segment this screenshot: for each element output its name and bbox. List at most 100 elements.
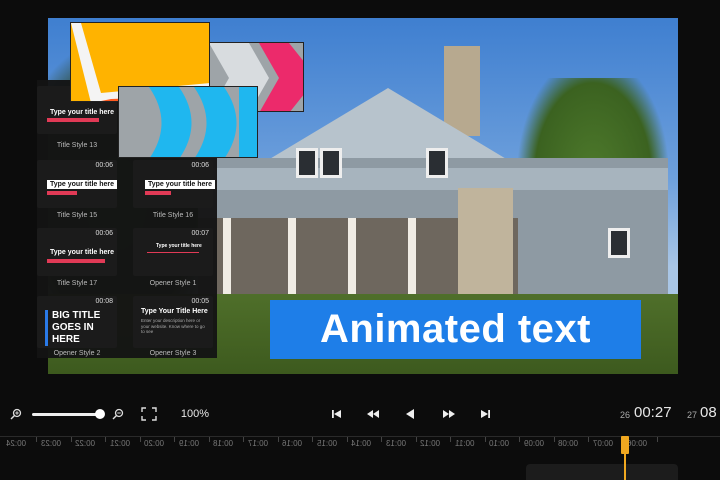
current-time: 00:27: [634, 404, 672, 421]
template-accent-bar: [47, 259, 105, 263]
ruler-tick-mark: [484, 437, 486, 442]
play-icon[interactable]: [402, 406, 418, 422]
template-duration: 00:06: [95, 162, 113, 169]
template-accent-bar: [145, 191, 171, 195]
template-tile[interactable]: 00:06 Type your title here: [133, 160, 216, 208]
ruler-tick-label: 00:22: [75, 439, 96, 448]
template-duration: 00:06: [95, 230, 113, 237]
preview-stone-chimney: [458, 188, 513, 303]
preview-column: [408, 218, 416, 298]
template-label: Opener Style 1: [149, 280, 197, 287]
template-tile[interactable]: 00:05 Type Your Title Here Enter your de…: [133, 296, 213, 348]
template-title: Type Your Title Here: [141, 308, 208, 315]
template-title: Type your title here: [50, 109, 115, 116]
template-label: Opener Style 3: [149, 350, 197, 357]
ruler-tick-label: 00:24: [6, 439, 27, 448]
template-tile[interactable]: 00:08 BIG TITLE GOES IN HERE: [37, 296, 117, 348]
ruler-tick-label: 00:09: [523, 439, 544, 448]
preview-column: [288, 218, 296, 298]
fast-forward-icon[interactable]: [440, 406, 458, 422]
preview-window: [320, 148, 342, 178]
template-label: Title Style 16: [152, 212, 194, 219]
ruler-tick-label: 00:13: [385, 439, 406, 448]
template-tile[interactable]: 00:06 Type your title here: [37, 160, 118, 208]
animated-text-banner[interactable]: Animated text: [270, 300, 641, 359]
template-label: Opener Style 2: [53, 350, 101, 357]
ruler-tick-label: 00:19: [178, 439, 199, 448]
ruler-tick-mark: [519, 437, 520, 442]
arcs-graphic: [119, 87, 257, 157]
ruler-tick-label: 00:15: [316, 439, 337, 448]
zoom-slider-track[interactable]: [32, 413, 104, 416]
banner-text: Animated text: [320, 307, 591, 351]
skip-to-end-icon[interactable]: [478, 406, 494, 422]
zoom-in-icon[interactable]: [8, 406, 24, 422]
ruler-tick-mark: [208, 437, 210, 442]
template-duration: 00:07: [191, 230, 209, 237]
zoom-out-icon[interactable]: [110, 406, 126, 422]
ruler-tick-label: 00:14: [351, 439, 372, 448]
template-accent-bar: [47, 118, 99, 122]
template-title: Type your title here: [47, 180, 118, 189]
ruler-tick-label: 00:12: [420, 439, 441, 448]
ruler-tick-mark: [657, 437, 658, 442]
preview-window: [426, 148, 448, 178]
ruler-tick-mark: [450, 437, 451, 442]
ruler-tick-mark: [174, 437, 175, 442]
template-title: Type your title here: [50, 249, 115, 256]
template-tile[interactable]: 00:07 Type your title here: [133, 228, 213, 276]
template-duration: 00:08: [95, 298, 113, 305]
ruler-tick-mark: [553, 437, 555, 442]
ruler-tick-mark: [381, 437, 382, 442]
ruler-tick-label: 00:11: [454, 439, 474, 448]
ruler-tick-mark: [36, 437, 37, 442]
total-frame: 27: [687, 410, 698, 420]
preview-window: [296, 148, 318, 178]
zoom-percent: 100%: [180, 408, 210, 420]
ruler-tick-label: 00:16: [282, 439, 303, 448]
fullscreen-icon[interactable]: [140, 406, 158, 422]
template-duration: 00:06: [191, 162, 209, 169]
preview-column: [348, 218, 356, 298]
rewind-icon[interactable]: [364, 406, 382, 422]
ruler-tick-label: 00:06: [627, 439, 648, 448]
ruler-tick-label: 00:17: [247, 439, 268, 448]
ruler-tick-mark: [139, 437, 141, 442]
current-frame: 26: [620, 410, 631, 420]
template-label: Title Style 15: [56, 212, 98, 219]
ruler-tick-label: 00:20: [144, 439, 165, 448]
template-label: Title Style 17: [56, 280, 98, 287]
ruler-tick-mark: [588, 437, 589, 442]
ruler-tick-mark: [277, 437, 279, 442]
ruler-tick-label: 00:21: [109, 439, 130, 448]
ruler-tick-mark: [70, 437, 72, 442]
template-title: BIG TITLE GOES IN HERE: [45, 310, 117, 346]
ruler-tick-label: 00:10: [489, 439, 510, 448]
template-label: Title Style 13: [56, 142, 98, 149]
total-time: 08: [700, 404, 717, 421]
ruler-tick-label: 00:08: [558, 439, 579, 448]
playhead-handle[interactable]: [621, 436, 629, 454]
template-title: Type your title here: [145, 180, 216, 189]
transport-toolbar: 100% 26 00:27 27 08: [0, 398, 720, 430]
ruler-tick-mark: [312, 437, 313, 442]
template-accent-bar: [47, 191, 77, 195]
ruler-tick-label: 00:23: [40, 439, 61, 448]
timeline-ruler[interactable]: 00:24 00:23 00:22 00:21 00:20 00:19 00:18 00:17…: [0, 436, 720, 452]
ruler-tick-label: 00:07: [592, 439, 613, 448]
template-tile[interactable]: 00:06 Type your title here: [37, 228, 117, 276]
template-duration: 00:05: [191, 298, 209, 305]
ruler-tick-mark: [415, 437, 417, 442]
ruler-tick-mark: [243, 437, 244, 442]
timeline-clip[interactable]: [526, 464, 678, 480]
template-description: Enter your description here or your webs…: [141, 318, 205, 334]
template-title: Type your title here: [156, 243, 202, 249]
template-accent-line: [147, 252, 199, 253]
preview-window: [608, 228, 630, 258]
zoom-slider-handle[interactable]: [95, 409, 106, 419]
transition-thumbnail-arcs[interactable]: [118, 86, 258, 158]
preview-column: [223, 218, 231, 298]
ruler-tick-label: 00:18: [213, 439, 234, 448]
ruler-tick-mark: [346, 437, 348, 442]
skip-to-start-icon[interactable]: [328, 406, 344, 422]
